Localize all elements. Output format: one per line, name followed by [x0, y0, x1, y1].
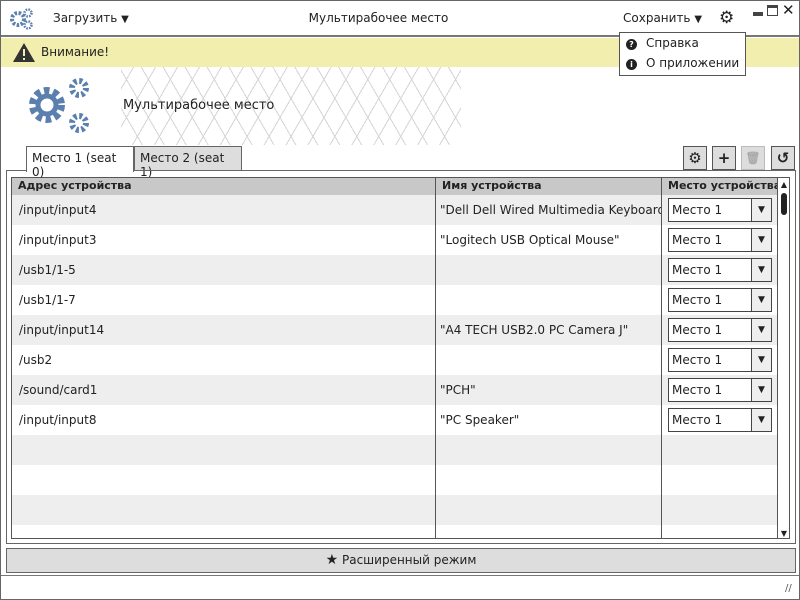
warning-text: Внимание! — [41, 45, 110, 59]
device-name — [436, 255, 662, 285]
close-button[interactable]: ✕ — [782, 1, 795, 19]
table-row[interactable]: /usb1/1-7 Место 1 ▼ — [12, 285, 777, 315]
seat-select[interactable]: Место 1 ▼ — [668, 288, 772, 312]
table-row[interactable]: /input/input3 "Logitech USB Optical Mous… — [12, 225, 777, 255]
device-name — [436, 345, 662, 375]
table-row[interactable]: /input/input14 "A4 TECH USB2.0 PC Camera… — [12, 315, 777, 345]
seat-select[interactable]: Место 1 ▼ — [668, 258, 772, 282]
device-address: /usb2 — [19, 353, 53, 367]
refresh-button[interactable]: ↺ — [771, 146, 795, 170]
device-address: /input/input8 — [19, 413, 97, 427]
column-header-address[interactable]: Адрес устройства — [12, 178, 436, 195]
gears-logo-icon — [29, 78, 89, 133]
device-name: "PC Speaker" — [440, 413, 520, 427]
chevron-down-icon: ▼ — [751, 379, 771, 401]
seat-select[interactable]: Место 1 ▼ — [668, 228, 772, 252]
save-dropdown-menu: ? Справка i О приложении — [619, 32, 746, 76]
device-name: "PCH" — [440, 383, 476, 397]
seat-value: Место 1 — [672, 203, 723, 217]
device-name: "Dell Dell Wired Multimedia Keyboard" — [440, 203, 662, 217]
device-name: "A4 TECH USB2.0 PC Camera J" — [440, 323, 629, 337]
add-button[interactable]: + — [712, 146, 736, 170]
seat-select[interactable]: Место 1 ▼ — [668, 198, 772, 222]
scroll-up-icon[interactable]: ▲ — [778, 178, 789, 192]
save-menu-button[interactable]: Сохранить ▼ — [623, 11, 702, 25]
table-row[interactable]: /input/input8 "PC Speaker" Место 1 ▼ — [12, 405, 777, 435]
seat-value: Место 1 — [672, 263, 723, 277]
scrollbar[interactable]: ▲ ▼ — [777, 178, 789, 538]
chevron-down-icon: ▼ — [751, 229, 771, 251]
device-address: /input/input14 — [19, 323, 105, 337]
seat-value: Место 1 — [672, 413, 723, 427]
column-header-seat[interactable]: Место устройства — [662, 178, 778, 195]
tab-seat-1[interactable]: Место 2 (seat 1) — [134, 146, 242, 179]
device-address: /input/input3 — [19, 233, 97, 247]
seat-select[interactable]: Место 1 ▼ — [668, 348, 772, 372]
tab-seat-0[interactable]: Место 1 (seat 0) — [26, 146, 134, 179]
menu-item-label: Справка — [646, 36, 699, 50]
table-row[interactable]: /usb2 Место 1 ▼ — [12, 345, 777, 375]
menu-item-about[interactable]: i О приложении — [620, 53, 745, 73]
device-address: /input/input4 — [19, 203, 97, 217]
table-row[interactable] — [12, 525, 777, 538]
table-row[interactable]: /usb1/1-5 Место 1 ▼ — [12, 255, 777, 285]
advanced-mode-button[interactable]: ★ Расширенный режим — [6, 548, 796, 573]
chevron-down-icon: ▼ — [751, 349, 771, 371]
table-row[interactable] — [12, 435, 777, 465]
delete-button[interactable]: 🗑 — [741, 146, 765, 170]
advanced-mode-label: Расширенный режим — [341, 553, 477, 567]
table-row[interactable]: /input/input4 "Dell Dell Wired Multimedi… — [12, 195, 777, 225]
device-name — [436, 285, 662, 315]
chevron-down-icon: ▼ — [751, 199, 771, 221]
table-row[interactable] — [12, 495, 777, 525]
star-icon: ★ — [325, 552, 339, 568]
header-title: Мультирабочее место — [123, 98, 275, 113]
seat-select[interactable]: Место 1 ▼ — [668, 408, 772, 432]
warning-icon — [13, 43, 35, 62]
chevron-down-icon: ▼ — [751, 259, 771, 281]
settings-button[interactable]: ⚙ — [683, 146, 707, 170]
menu-item-label: О приложении — [646, 56, 740, 70]
save-label: Сохранить — [623, 11, 691, 25]
seat-value: Место 1 — [672, 353, 723, 367]
device-name: "Logitech USB Optical Mouse" — [440, 233, 620, 247]
device-address: /usb1/1-5 — [19, 263, 76, 277]
gear-icon[interactable]: ⚙ — [719, 8, 734, 28]
device-address: /usb1/1-7 — [19, 293, 76, 307]
chevron-down-icon: ▼ — [694, 14, 703, 25]
scroll-down-icon[interactable]: ▼ — [778, 529, 789, 538]
devices-table: Адрес устройства Имя устройства Место ус… — [11, 177, 790, 539]
chevron-down-icon: ▼ — [751, 319, 771, 341]
chevron-down-icon: ▼ — [751, 289, 771, 311]
chevron-down-icon: ▼ — [751, 409, 771, 431]
seat-select[interactable]: Место 1 ▼ — [668, 318, 772, 342]
menu-item-help[interactable]: ? Справка — [620, 33, 745, 53]
seat-value: Место 1 — [672, 383, 723, 397]
table-row[interactable] — [12, 465, 777, 495]
minimize-button[interactable] — [753, 12, 763, 16]
resize-grip-icon[interactable]: // — [785, 583, 792, 594]
seat-value: Место 1 — [672, 233, 723, 247]
seat-value: Место 1 — [672, 323, 723, 337]
status-divider — [1, 575, 799, 576]
help-icon: ? — [626, 39, 637, 50]
maximize-button[interactable] — [767, 5, 778, 16]
seat-select[interactable]: Место 1 ▼ — [668, 378, 772, 402]
info-icon: i — [626, 59, 637, 70]
column-header-name[interactable]: Имя устройства — [436, 178, 662, 195]
seat-value: Место 1 — [672, 293, 723, 307]
device-address: /sound/card1 — [19, 383, 98, 397]
scroll-thumb[interactable] — [781, 193, 787, 215]
table-row[interactable]: /sound/card1 "PCH" Место 1 ▼ — [12, 375, 777, 405]
